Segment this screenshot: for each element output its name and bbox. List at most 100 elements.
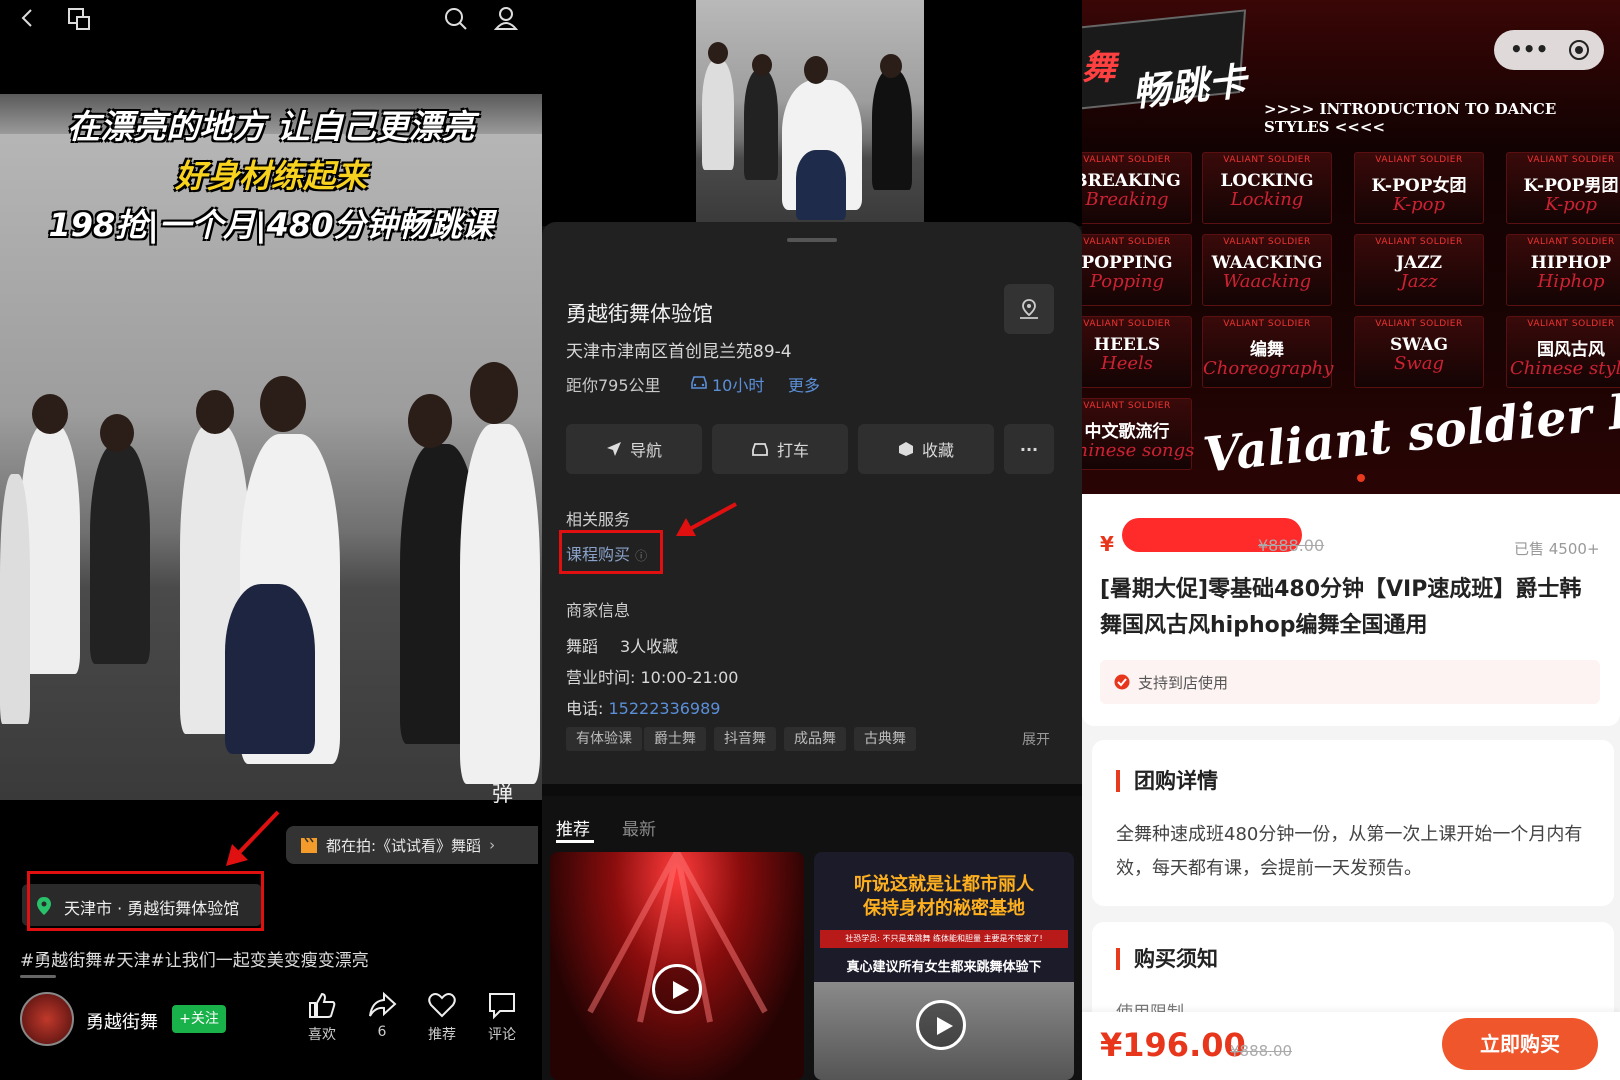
style-cell-caption: VALIANT SOLDIER [1223, 319, 1311, 329]
car-icon [691, 376, 707, 389]
buy-now-button[interactable]: 立即购买 [1442, 1018, 1598, 1070]
comment-action[interactable]: 评论 [480, 990, 524, 1044]
taxi-icon [752, 443, 768, 456]
dance-style-cell: VALIANT SOLDIER SWAG Swag [1354, 316, 1484, 388]
recommend-action[interactable]: 推荐 [420, 990, 464, 1044]
share-action[interactable]: 6 [360, 990, 404, 1040]
play-button[interactable] [916, 1000, 966, 1050]
style-cell-caption: VALIANT SOLDIER [1083, 155, 1171, 165]
more-button[interactable]: ··· [1004, 424, 1054, 474]
style-cell-caption: VALIANT SOLDIER [1083, 401, 1171, 411]
tab-recommend[interactable]: 推荐 [556, 815, 590, 840]
map-pin-icon [1020, 299, 1038, 319]
phone-number[interactable]: 15222336989 [608, 699, 720, 718]
original-price: ¥888.00 [1258, 536, 1325, 555]
style-script: K-pop [1392, 194, 1446, 215]
annotation-arrow [226, 810, 280, 866]
recommend-label: 推荐 [428, 1027, 456, 1043]
video-card[interactable]: 听说这就是让都市丽人 保持身材的秘密基地 社恐学员: 不只是来跳舞 练体能和胆量… [814, 852, 1074, 1080]
style-script: K-pop [1544, 194, 1598, 215]
tag[interactable]: 成品舞 [784, 727, 846, 751]
annotation-box [559, 530, 663, 574]
dance-style-cell: VALIANT SOLDIER K-POP男团 K-pop [1506, 152, 1620, 224]
map-button[interactable] [1004, 284, 1054, 334]
chevron-right-icon: › [489, 836, 496, 854]
check-circle-icon [1114, 674, 1130, 690]
style-name: HEELS [1093, 335, 1161, 355]
danmaku-toggle[interactable]: 弹 [492, 778, 513, 808]
favorite-count: 3人收藏 [620, 637, 679, 656]
style-name: 中文歌流行 [1084, 422, 1170, 442]
taxi-button[interactable]: 打车 [712, 424, 848, 474]
style-name: WAACKING [1211, 253, 1323, 273]
purchase-bar: ¥196.00 ¥888.00 立即购买 [1082, 1012, 1620, 1080]
drag-handle[interactable] [787, 238, 837, 242]
search-icon[interactable] [443, 6, 469, 32]
taxi-label: 打车 [776, 441, 809, 460]
style-script: Jazz [1400, 271, 1438, 292]
now-shooting-text: 都在拍:《试试看》舞蹈 [326, 836, 482, 855]
style-script: Breaking [1085, 189, 1169, 210]
play-icon [673, 981, 689, 999]
annotation-arrow [676, 502, 737, 536]
category: 舞蹈 [566, 637, 599, 656]
dance-style-cell: VALIANT SOLDIER LOCKING Locking [1202, 152, 1332, 224]
back-icon[interactable] [16, 6, 40, 30]
merchant-info-heading: 商家信息 [566, 601, 631, 620]
follow-button[interactable]: +关注 [172, 1005, 226, 1033]
thumb-up-icon [309, 992, 336, 1018]
style-script: Chinese style [1509, 358, 1620, 379]
style-name: K-POP男团 [1523, 176, 1619, 196]
style-cell-caption: VALIANT SOLDIER [1223, 237, 1311, 247]
tag[interactable]: 抖音舞 [714, 727, 776, 751]
style-script: Hiphop [1537, 271, 1605, 292]
drive-time[interactable]: 10小时 [712, 372, 764, 396]
favorite-button[interactable]: 收藏 [858, 424, 994, 474]
video-card[interactable] [550, 852, 804, 1080]
style-script: Swag [1394, 353, 1444, 374]
venue-name: 勇越街舞体验馆 [566, 302, 713, 326]
navigation-arrow-icon [606, 442, 621, 456]
dance-style-cell: VALIANT SOLDIER POPPING Popping [1082, 234, 1192, 306]
user-icon[interactable] [493, 5, 519, 31]
product-title: [暑期大促]零基础480分钟【VIP速成班】爵士韩舞国风古风hiphop编舞全国… [1100, 577, 1582, 638]
phone-label: 电话: [566, 699, 609, 718]
more-dots-icon[interactable]: ••• [1510, 37, 1548, 61]
store-use-text: 支持到店使用 [1138, 674, 1229, 692]
venue-address: 天津市津南区首创昆兰苑89-4 [566, 342, 792, 362]
target-icon[interactable] [1568, 39, 1590, 61]
style-cell-caption: VALIANT SOLDIER [1527, 319, 1615, 329]
author-name[interactable]: 勇越街舞 [86, 1008, 158, 1034]
play-button[interactable] [652, 964, 702, 1014]
venue-photo[interactable] [696, 0, 924, 226]
carousel-dot[interactable] [1357, 474, 1365, 482]
dance-style-cell: VALIANT SOLDIER HIPHOP Hiphop [1506, 234, 1620, 306]
avatar[interactable] [20, 992, 74, 1046]
style-cell-caption: VALIANT SOLDIER [1375, 155, 1463, 165]
tag[interactable]: 爵士舞 [644, 727, 706, 751]
group-detail-card: 团购详情 全舞种速成班480分钟一份，从第一次上课开始一个月内有效，每天都有课，… [1092, 740, 1614, 906]
group-detail-heading: 团购详情 [1116, 770, 1218, 792]
style-name: 国风古风 [1537, 340, 1605, 360]
dance-style-cell: VALIANT SOLDIER JAZZ Jazz [1354, 234, 1484, 306]
like-action[interactable]: 喜欢 [300, 990, 344, 1044]
style-cell-caption: VALIANT SOLDIER [1083, 237, 1171, 247]
capsule-menu[interactable]: ••• [1494, 30, 1604, 70]
expand-link[interactable]: 展开 [1022, 729, 1050, 749]
now-shooting-pill[interactable]: 都在拍:《试试看》舞蹈 › [286, 826, 538, 864]
style-name: 编舞 [1250, 340, 1284, 360]
video-caption: #勇越街舞#天津#让我们一起变美变瘦变漂亮 [20, 951, 369, 971]
clapperboard-icon [301, 837, 317, 853]
style-name: HIPHOP [1530, 253, 1612, 273]
tab-latest[interactable]: 最新 [622, 815, 656, 840]
style-cell-caption: VALIANT SOLDIER [1223, 155, 1311, 165]
share-icon [369, 991, 397, 1017]
style-script: Chinese songs [1082, 440, 1195, 461]
more-link[interactable]: 更多 [788, 372, 820, 396]
window-icon[interactable] [66, 6, 94, 32]
style-cell-caption: VALIANT SOLDIER [1375, 319, 1463, 329]
navigate-button[interactable]: 导航 [566, 424, 702, 474]
tag[interactable]: 有体验课 [566, 727, 642, 751]
style-script: Locking [1230, 189, 1304, 210]
tag[interactable]: 古典舞 [854, 727, 916, 751]
